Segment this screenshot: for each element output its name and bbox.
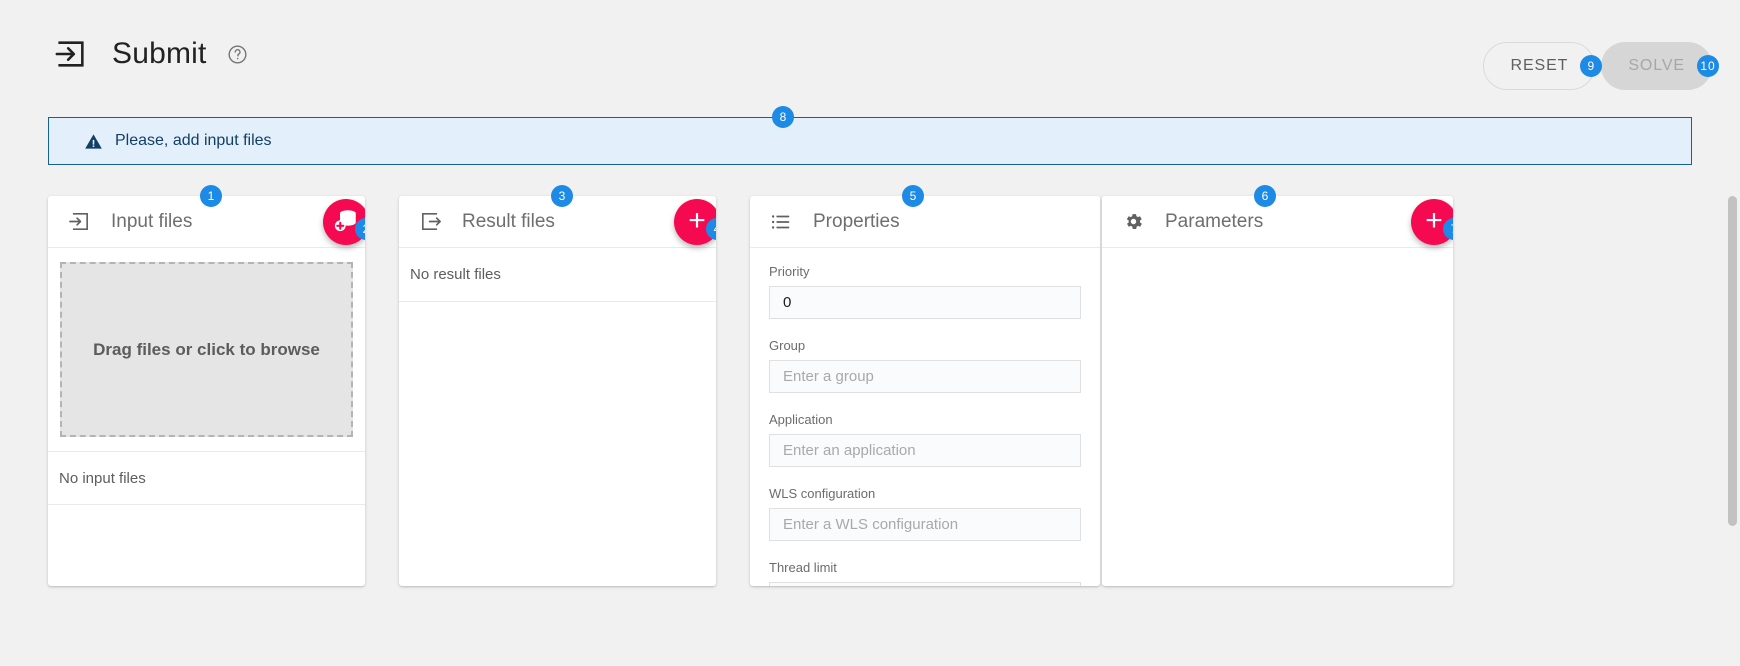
page-title: Submit	[112, 37, 207, 71]
field-group-label: Group	[769, 338, 1081, 353]
result-files-empty-label: No result files	[410, 266, 501, 283]
field-wls-configuration: WLS configuration Enter a WLS configurat…	[769, 486, 1081, 541]
result-files-empty-row: No result files	[399, 248, 716, 302]
solve-button-badge: 10	[1697, 55, 1719, 77]
properties-form: Priority 0 Group Enter a group Applicati…	[750, 248, 1100, 586]
file-dropzone[interactable]: Drag files or click to browse	[60, 262, 353, 437]
card-properties-title: Properties	[813, 211, 900, 233]
gear-icon	[1121, 210, 1145, 234]
card-parameters-header: Parameters	[1102, 196, 1453, 248]
card-properties-badge: 5	[902, 185, 924, 207]
alert-banner: Please, add input files	[48, 117, 1692, 165]
solve-button-label: SOLVE	[1628, 57, 1685, 75]
list-icon	[769, 210, 793, 234]
card-result-files-badge: 3	[551, 185, 573, 207]
priority-input[interactable]: 0	[769, 286, 1081, 319]
field-application: Application Enter an application	[769, 412, 1081, 467]
card-parameters-title: Parameters	[1165, 211, 1263, 233]
submit-page: Submit RESET 9 SOLVE 10	[0, 0, 1740, 666]
plus-icon: +	[1425, 206, 1443, 236]
application-input[interactable]: Enter an application	[769, 434, 1081, 467]
field-priority: Priority 0	[769, 264, 1081, 319]
input-files-empty-row: No input files	[48, 451, 365, 505]
file-dropzone-label: Drag files or click to browse	[93, 340, 320, 360]
vertical-scrollbar-thumb[interactable]	[1728, 196, 1737, 526]
alert-badge: 8	[772, 106, 794, 128]
submit-arrow-into-box-icon	[52, 35, 90, 73]
page-header-actions: RESET 9 SOLVE 10	[1483, 42, 1712, 90]
plus-icon: +	[688, 206, 706, 236]
warning-triangle-icon	[83, 131, 103, 151]
field-group: Group Enter a group	[769, 338, 1081, 393]
export-arrow-out-of-box-icon	[418, 210, 442, 234]
wls-configuration-input[interactable]: Enter a WLS configuration	[769, 508, 1081, 541]
page-header: Submit RESET 9 SOLVE 10	[0, 0, 1740, 108]
solve-button[interactable]: SOLVE 10	[1601, 42, 1712, 90]
card-parameters-badge: 6	[1254, 185, 1276, 207]
group-input[interactable]: Enter a group	[769, 360, 1081, 393]
card-result-files-body: No result files	[399, 248, 716, 302]
thread-limit-input[interactable]	[769, 582, 1081, 586]
reset-button[interactable]: RESET 9	[1483, 42, 1595, 90]
field-priority-label: Priority	[769, 264, 1081, 279]
card-properties-header: Properties	[750, 196, 1100, 248]
alert-text: Please, add input files	[115, 132, 272, 150]
page-header-left: Submit	[52, 35, 249, 73]
reset-button-badge: 9	[1580, 55, 1602, 77]
card-parameters: Parameters + 7	[1102, 196, 1453, 586]
import-arrow-into-box-icon	[67, 210, 91, 234]
reset-button-label: RESET	[1510, 57, 1568, 75]
card-input-files-badge: 1	[200, 185, 222, 207]
card-input-files-title: Input files	[111, 211, 192, 233]
field-application-label: Application	[769, 412, 1081, 427]
card-result-files-title: Result files	[462, 211, 555, 233]
field-wls-configuration-label: WLS configuration	[769, 486, 1081, 501]
card-input-files: Input files Drag files or click to brows…	[48, 196, 365, 586]
input-files-empty-label: No input files	[59, 470, 146, 487]
field-thread-limit-label: Thread limit	[769, 560, 1081, 575]
help-circle-icon[interactable]	[227, 43, 249, 65]
card-input-files-body: Drag files or click to browse No input f…	[48, 262, 365, 505]
card-result-files: Result files No result files + 4	[399, 196, 716, 586]
field-thread-limit: Thread limit	[769, 560, 1081, 586]
card-properties: Properties Priority 0 Group Enter a grou…	[750, 196, 1100, 586]
